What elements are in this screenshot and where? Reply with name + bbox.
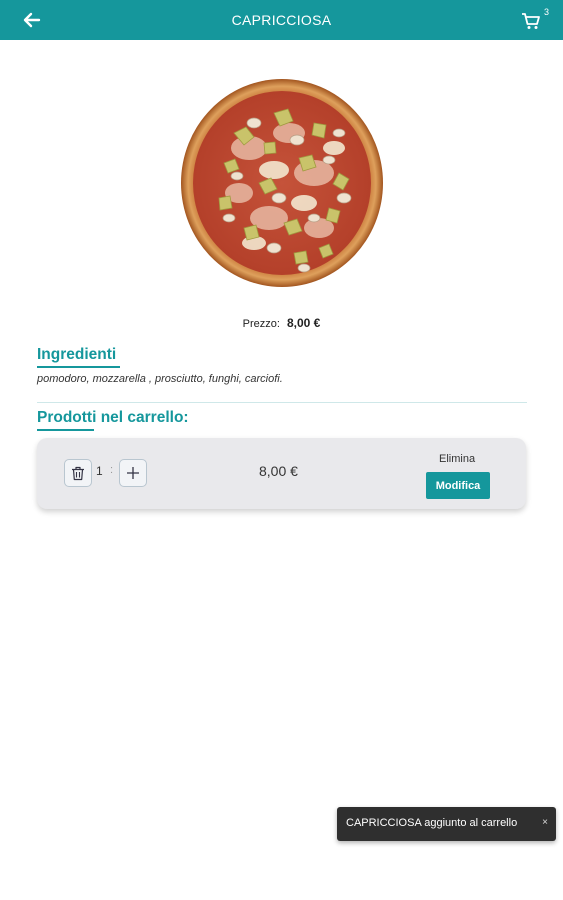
price-value: 8,00 € (286, 316, 321, 330)
pizza-illustration (180, 79, 383, 287)
section-divider (37, 402, 527, 403)
delete-label[interactable]: Elimina (439, 453, 475, 465)
snackbar-message: CAPRICCIOSA aggiunto al carrello (346, 817, 518, 829)
plus-icon (127, 467, 139, 479)
snackbar: CAPRICCIOSA aggiunto al carrello × (337, 807, 556, 841)
trash-icon (72, 466, 84, 480)
app-bar: CAPRICCIOSA 3 (0, 0, 563, 40)
cart-section-underline (37, 429, 94, 431)
ingredients-underline (37, 366, 120, 368)
cart-section-heading: Prodotti nel carrello: (37, 409, 189, 426)
price-label: Prezzo: (242, 318, 280, 330)
delete-item-button[interactable] (64, 459, 92, 487)
page-title: CAPRICCIOSA (231, 12, 332, 28)
quantity-separator: : (110, 464, 114, 476)
cart-icon (522, 13, 540, 29)
cart-button[interactable]: 3 (521, 7, 549, 32)
arrow-left-icon[interactable] (22, 10, 42, 30)
product-image (160, 63, 403, 303)
item-quantity: 1 (96, 464, 103, 478)
price-row: Prezzo: 8,00 € (0, 316, 563, 330)
cart-count-badge: 3 (543, 7, 549, 17)
ingredients-list: pomodoro, mozzarella , prosciutto, fungh… (37, 373, 283, 385)
item-price: 8,00 € (259, 463, 298, 479)
ingredients-heading: Ingredienti (37, 346, 117, 363)
edit-button[interactable]: Modifica (426, 472, 490, 499)
cart-item-card: 1 : 8,00 € Elimina Modifica (37, 438, 526, 509)
increase-quantity-button[interactable] (119, 459, 147, 487)
close-icon[interactable]: × (542, 817, 548, 828)
